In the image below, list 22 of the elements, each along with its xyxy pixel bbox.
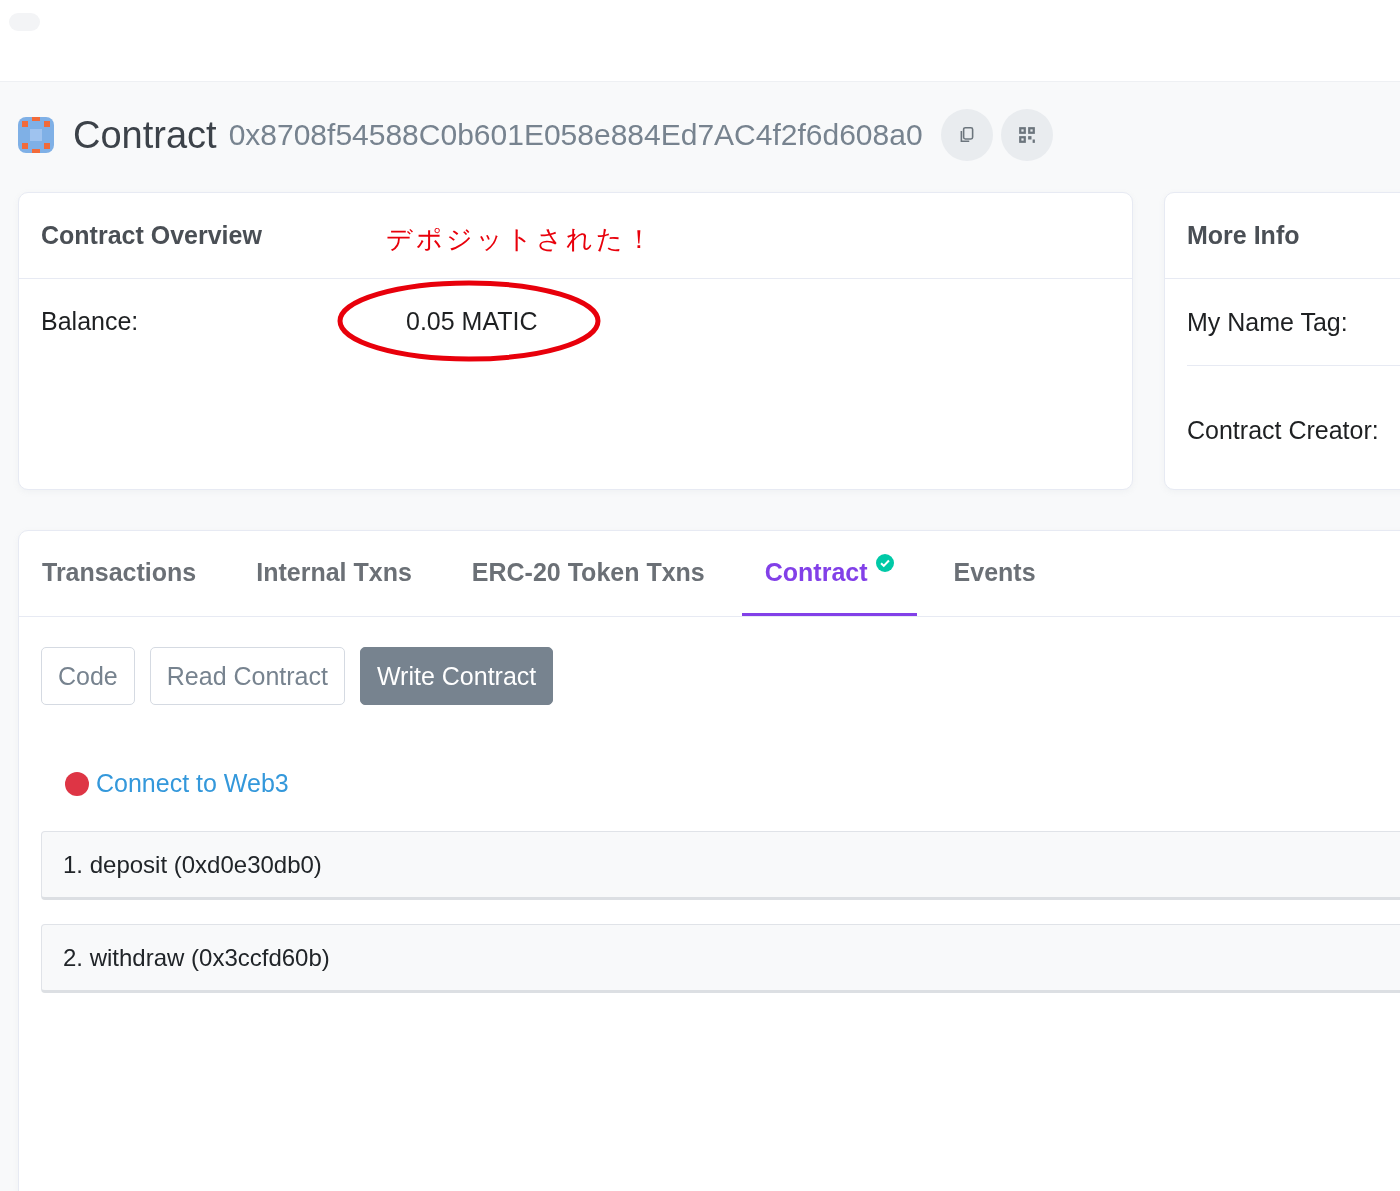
tab[interactable]: Contract (741, 531, 917, 616)
balance-value: 0.05 MATIC (406, 306, 538, 335)
function-row[interactable]: 1. deposit (0xd0e30db0) (41, 831, 1400, 900)
tab[interactable]: Transactions (19, 531, 220, 616)
annotation-text: デポジットされた！ (385, 223, 655, 256)
sub-tab[interactable]: Write Contract (359, 647, 554, 705)
page-title: Contract (73, 113, 217, 157)
tab[interactable]: ERC-20 Token Txns (448, 531, 728, 616)
contract-address: 0x8708f54588C0b601E058e884Ed7AC4f2f6d608a0 (228, 118, 923, 152)
tab[interactable]: Internal Txns (233, 531, 435, 616)
function-row[interactable]: 2. withdraw (0x3ccfd60b) (41, 924, 1400, 993)
field-label: Balance: (41, 306, 140, 336)
connect-web3-link[interactable]: Connect to Web3 (96, 769, 289, 798)
tab[interactable]: Events (930, 531, 1059, 616)
card-title: Contract Overview (41, 221, 262, 250)
sub-tab[interactable]: Code (41, 647, 135, 705)
field-label: Contract Creator: (1187, 415, 1379, 445)
field-label: My Name Tag: (1187, 307, 1348, 337)
qr-code-icon (1017, 126, 1036, 144)
contract-avatar-icon (18, 117, 54, 153)
card-title: More Info (1187, 221, 1300, 250)
sub-tab[interactable]: Read Contract (149, 647, 345, 705)
